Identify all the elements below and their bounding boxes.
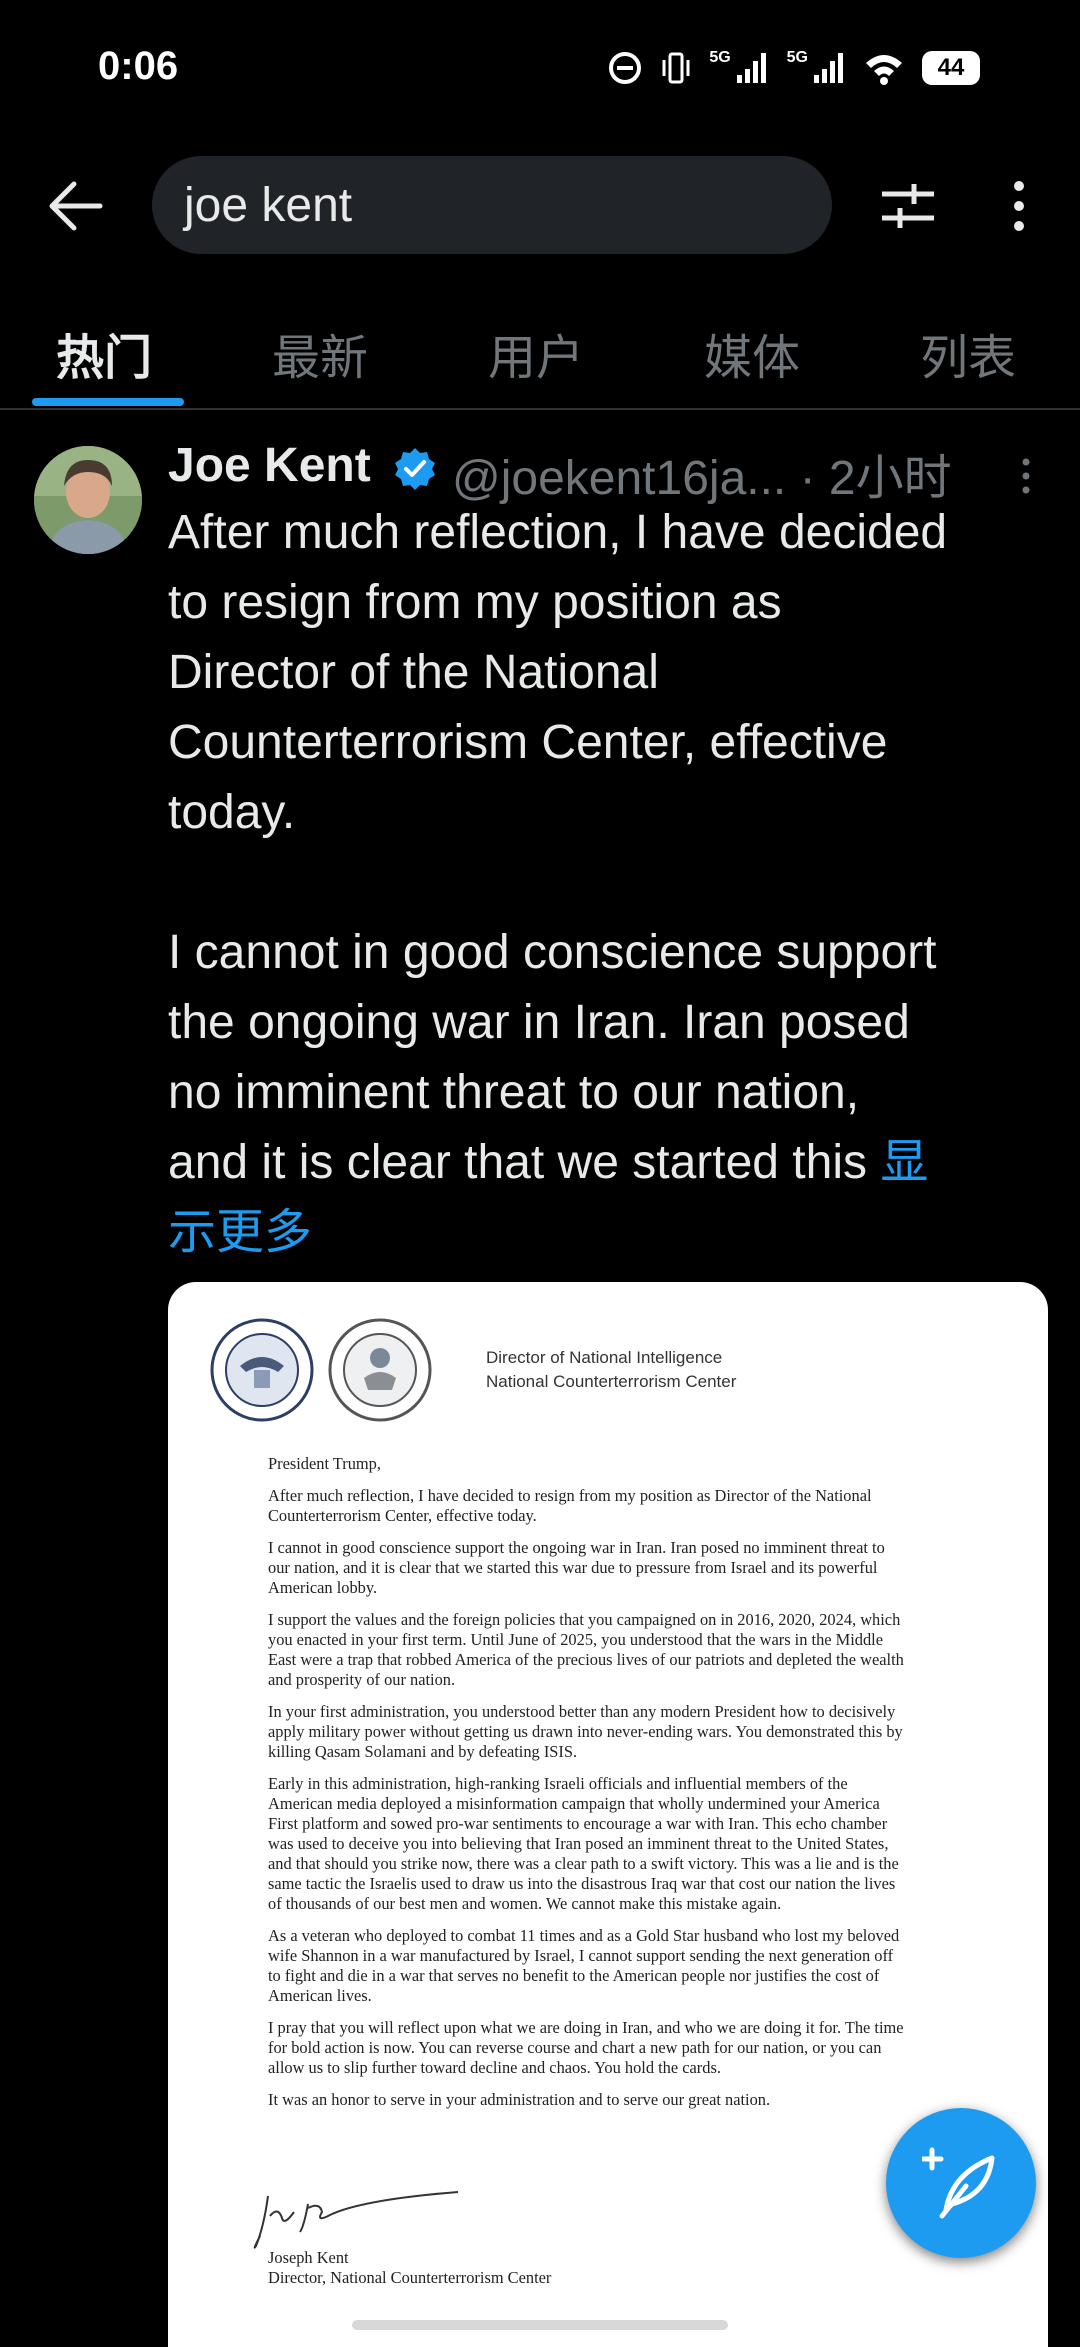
status-icons: 5G 5G 44 <box>607 49 980 86</box>
search-input[interactable]: joe kent <box>152 156 832 254</box>
compose-feather-icon <box>922 2147 995 2219</box>
letterhead-line-1: Director of National Intelligence <box>486 1348 723 1367</box>
home-indicator[interactable] <box>352 2320 728 2330</box>
letter-paragraph: I support the values and the foreign pol… <box>268 1610 904 1689</box>
more-vertical-icon <box>1022 458 1030 494</box>
vibrate-icon <box>662 52 690 84</box>
tweet-menu-button[interactable] <box>1018 456 1034 496</box>
signal-2-icon <box>814 53 843 83</box>
avatar-image <box>34 446 142 554</box>
arrow-left-icon <box>49 181 103 231</box>
tweet-paragraph-text: I cannot in good conscience support the … <box>168 926 937 1189</box>
search-tabs: 热门 最新 用户 媒体 列表 <box>0 300 1080 410</box>
tweet-body: After much reflection, I have decided to… <box>168 498 1048 1268</box>
signal-1-label: 5G <box>709 49 731 66</box>
dni-seal-icon <box>210 1318 314 1422</box>
tab-top[interactable]: 热门 <box>56 318 152 388</box>
signer-title: Director, National Counterterrorism Cent… <box>268 2268 552 2287</box>
letter-body: President Trump, After much reflection, … <box>268 1454 948 2122</box>
letter-signature-block: Joseph Kent Director, National Counterte… <box>268 2248 551 2288</box>
letter-paragraph: As a veteran who deployed to combat 11 t… <box>268 1926 900 2005</box>
tweet-paragraph: After much reflection, I have decided to… <box>168 506 948 839</box>
search-query: joe kent <box>184 179 353 232</box>
letter-paragraph: I cannot in good conscience support the … <box>268 1538 885 1597</box>
author-name[interactable]: Joe Kent <box>168 438 371 493</box>
search-filter-button[interactable] <box>880 180 936 232</box>
tab-people[interactable]: 用户 <box>488 318 584 388</box>
letterhead: Director of National Intelligence Nation… <box>486 1346 736 1394</box>
signal-1-icon <box>736 53 766 83</box>
sliders-icon <box>882 184 934 228</box>
dnd-icon <box>609 52 642 84</box>
letter-paragraph: I pray that you will reflect upon what w… <box>268 2018 904 2077</box>
tab-lists[interactable]: 列表 <box>920 318 1016 388</box>
status-time: 0:06 <box>98 44 179 88</box>
tweet-paragraph: I cannot in good conscience support the … <box>168 918 1048 1268</box>
letter-salutation: President Trump, <box>268 1454 381 1473</box>
wifi-icon <box>866 55 902 85</box>
signer-name: Joseph Kent <box>268 2248 349 2267</box>
avatar[interactable] <box>34 446 142 554</box>
compose-button[interactable] <box>886 2108 1036 2258</box>
back-button[interactable] <box>46 178 106 234</box>
verified-badge-icon <box>395 448 435 490</box>
more-vertical-icon <box>1014 181 1024 231</box>
handwritten-signature <box>253 2191 459 2249</box>
tab-indicator <box>32 398 184 406</box>
tweet-header: Joe Kent @joekent16ja... · 2小时 <box>168 438 1048 505</box>
tab-latest[interactable]: 最新 <box>272 318 368 388</box>
letter-paragraph: Early in this administration, high-ranki… <box>268 1774 899 1913</box>
signal-2-label: 5G <box>786 49 808 66</box>
letter-paragraph: After much reflection, I have decided to… <box>268 1486 872 1525</box>
letter-paragraph: In your first administration, you unders… <box>268 1702 903 1761</box>
more-options-button[interactable] <box>1004 178 1034 234</box>
nctc-seal-icon <box>328 1318 432 1422</box>
letter-paragraph: It was an honor to serve in your adminis… <box>268 2090 771 2109</box>
battery-icon: 44 <box>922 51 980 85</box>
tab-media[interactable]: 媒体 <box>704 318 800 388</box>
status-bar: 0:06 5G 5G 44 <box>0 0 1080 140</box>
letterhead-line-2: National Counterterrorism Center <box>486 1372 737 1391</box>
